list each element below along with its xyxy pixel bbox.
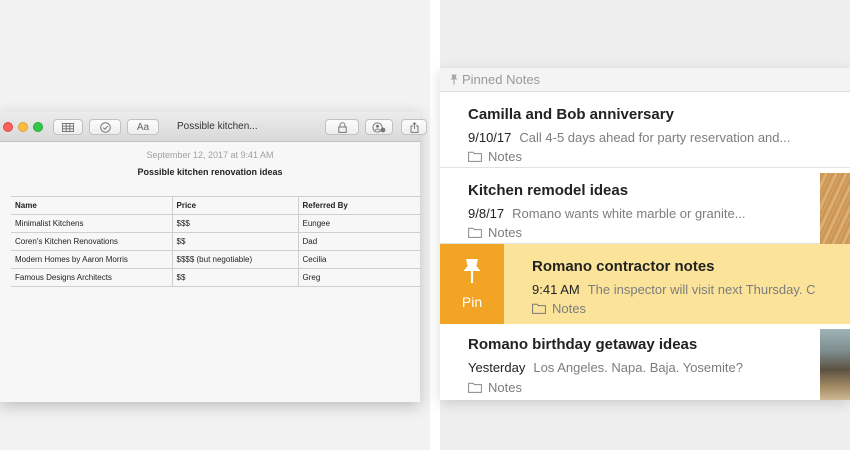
table-row[interactable]: Minimalist Kitchens $$$ Eungee bbox=[11, 214, 420, 233]
table-cell[interactable]: Cecilia bbox=[298, 250, 420, 269]
add-people-icon bbox=[372, 121, 386, 133]
table-cell[interactable]: Eungee bbox=[298, 214, 420, 233]
note-item[interactable]: Camilla and Bob anniversary 9/10/17 Call … bbox=[440, 92, 850, 168]
note-preview: Call 4-5 days ahead for party reservatio… bbox=[519, 130, 791, 145]
note-heading: Possible kitchen renovation ideas bbox=[137, 167, 283, 177]
table-cell[interactable]: Coren's Kitchen Renovations bbox=[11, 232, 173, 251]
folder-label: Notes bbox=[488, 380, 522, 395]
note-meta: 9/10/17 Call 4-5 days ahead for party res… bbox=[468, 130, 790, 145]
pin-icon bbox=[450, 74, 458, 85]
table-header-row: Name Price Referred By bbox=[11, 196, 420, 215]
table-icon bbox=[62, 122, 74, 132]
note-folder: Notes bbox=[468, 225, 522, 240]
table-cell[interactable]: Minimalist Kitchens bbox=[11, 214, 173, 233]
note-item[interactable]: Romano birthday getaway ideas Yesterday L… bbox=[440, 324, 850, 400]
table-row[interactable]: Famous Designs Architects $$ Greg bbox=[11, 268, 420, 287]
notes-window: Aa Possible kitchen... September 12, 201… bbox=[0, 112, 427, 402]
note-date: September 12, 2017 at 9:41 AM bbox=[146, 150, 274, 160]
wood-thumbnail bbox=[820, 173, 850, 247]
format-button[interactable]: Aa bbox=[127, 119, 159, 135]
note-preview: Los Angeles. Napa. Baja. Yosemite? bbox=[533, 360, 743, 375]
checkmark-icon bbox=[99, 121, 111, 133]
kitchen-table[interactable]: Name Price Referred By Minimalist Kitche… bbox=[11, 196, 420, 287]
note-meta: 9:41 AM The inspector will visit next Thu… bbox=[532, 282, 816, 297]
folder-label: Notes bbox=[488, 225, 522, 240]
title-bar: Aa Possible kitchen... bbox=[0, 112, 427, 142]
checklist-button[interactable] bbox=[89, 119, 121, 135]
table-cell[interactable]: $$ bbox=[172, 232, 299, 251]
lock-button[interactable] bbox=[325, 119, 359, 135]
note-content-swiped: Romano contractor notes 9:41 AM The inspe… bbox=[504, 244, 850, 324]
beach-thumbnail bbox=[820, 329, 850, 400]
note-title: Kitchen remodel ideas bbox=[468, 182, 629, 199]
add-people-button[interactable] bbox=[365, 119, 393, 135]
folder-label: Notes bbox=[488, 149, 522, 164]
format-label: Aa bbox=[136, 121, 150, 133]
note-title: Camilla and Bob anniversary bbox=[468, 106, 674, 123]
pin-icon bbox=[463, 259, 481, 283]
share-button[interactable] bbox=[401, 119, 427, 135]
note-date: 9/10/17 bbox=[468, 130, 512, 145]
pin-action-button[interactable]: Pin bbox=[440, 244, 504, 324]
note-meta: Yesterday Los Angeles. Napa. Baja. Yosemi… bbox=[468, 360, 743, 375]
lock-icon bbox=[337, 121, 347, 133]
table-cell[interactable]: Dad bbox=[298, 232, 420, 251]
folder-label: Notes bbox=[552, 301, 586, 316]
share-icon bbox=[410, 121, 418, 133]
minimize-window-button[interactable] bbox=[18, 122, 28, 132]
table-cell[interactable]: $$$ bbox=[172, 214, 299, 233]
folder-icon bbox=[468, 227, 482, 238]
note-date: 9/8/17 bbox=[468, 206, 505, 221]
note-preview: Romano wants white marble or granite... bbox=[512, 206, 746, 221]
note-folder: Notes bbox=[468, 149, 522, 164]
table-row[interactable]: Modern Homes by Aaron Morris $$$$ (but n… bbox=[11, 250, 420, 269]
pinned-notes-label: Pinned Notes bbox=[462, 72, 541, 87]
note-preview: The inspector will visit next Thursday. … bbox=[587, 282, 816, 297]
pin-action-label: Pin bbox=[461, 294, 483, 310]
folder-icon bbox=[468, 151, 482, 162]
table-cell[interactable]: Modern Homes by Aaron Morris bbox=[11, 250, 173, 269]
note-date: Yesterday bbox=[468, 360, 526, 375]
note-meta: 9/8/17 Romano wants white marble or grani… bbox=[468, 206, 746, 221]
close-window-button[interactable] bbox=[3, 122, 13, 132]
table-cell[interactable]: Greg bbox=[298, 268, 420, 287]
table-cell[interactable]: Famous Designs Architects bbox=[11, 268, 173, 287]
table-header: Name bbox=[11, 196, 173, 215]
note-item-swiped[interactable]: Pin Romano contractor notes 9:41 AM The i… bbox=[440, 244, 850, 324]
table-cell[interactable]: $$ bbox=[172, 268, 299, 287]
note-item[interactable]: Kitchen remodel ideas 9/8/17 Romano wants… bbox=[440, 168, 850, 247]
pinned-notes-header: Pinned Notes bbox=[440, 68, 850, 92]
panel-divider bbox=[430, 0, 440, 450]
table-header: Referred By bbox=[298, 196, 420, 215]
window-title: Possible kitchen... bbox=[177, 121, 258, 132]
folder-icon bbox=[468, 382, 482, 393]
note-date: 9:41 AM bbox=[532, 282, 580, 297]
note-folder: Notes bbox=[532, 301, 586, 316]
note-title: Romano contractor notes bbox=[532, 258, 715, 275]
table-row[interactable]: Coren's Kitchen Renovations $$ Dad bbox=[11, 232, 420, 251]
insert-table-button[interactable] bbox=[53, 119, 83, 135]
notes-list: Pinned Notes Camilla and Bob anniversary… bbox=[440, 68, 850, 400]
note-title: Romano birthday getaway ideas bbox=[468, 336, 698, 353]
table-header: Price bbox=[172, 196, 299, 215]
note-folder: Notes bbox=[468, 380, 522, 395]
table-cell[interactable]: $$$$ (but negotiable) bbox=[172, 250, 299, 269]
zoom-window-button[interactable] bbox=[33, 122, 43, 132]
folder-icon bbox=[532, 303, 546, 314]
